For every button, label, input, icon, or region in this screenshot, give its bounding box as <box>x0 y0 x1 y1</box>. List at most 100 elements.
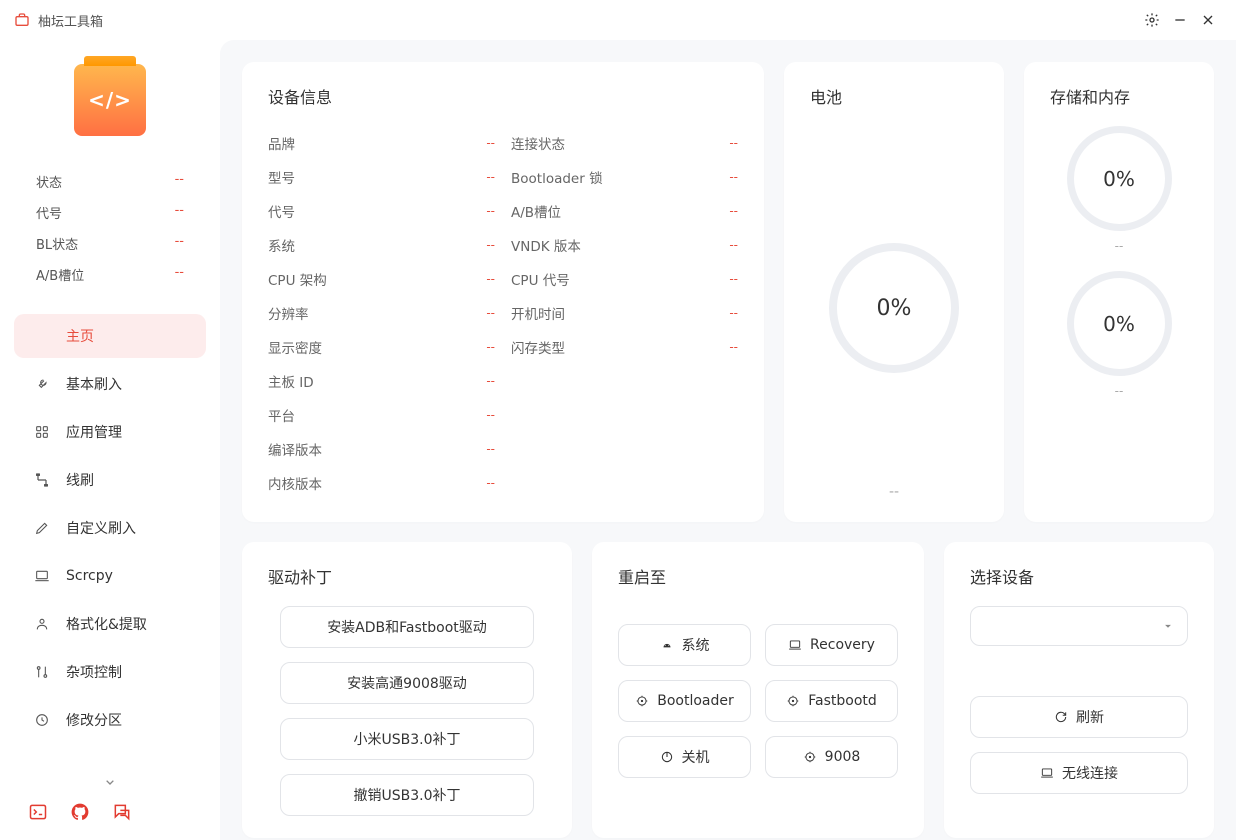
driver-label: 小米USB3.0补丁 <box>353 729 460 749</box>
chat-icon[interactable] <box>112 802 132 822</box>
status-row: A/B槽位 -- <box>36 259 184 290</box>
info-label: CPU 代号 <box>511 269 570 289</box>
info-value: -- <box>486 442 495 456</box>
info-row: 代号 -- <box>268 194 495 228</box>
info-row: 闪存类型-- <box>511 330 738 364</box>
info-value: -- <box>486 204 495 218</box>
info-row: 编译版本 -- <box>268 432 495 466</box>
drivers-title: 驱动补丁 <box>268 564 546 588</box>
info-label: 平台 <box>268 405 295 425</box>
nav-item-laptop[interactable]: Scrcpy <box>14 554 206 598</box>
nav-label: 自定义刷入 <box>66 518 136 538</box>
info-label: 代号 <box>268 201 295 221</box>
main-content: 设备信息 品牌--型号--代号--系统--CPU 架构--分辨率--显示密度--… <box>220 40 1236 840</box>
info-row: 型号-- <box>268 160 495 194</box>
info-label: CPU 架构 <box>268 269 327 289</box>
target-icon <box>786 694 800 708</box>
nav-expand[interactable] <box>0 750 220 790</box>
reboot-button-bootloader[interactable]: Bootloader <box>618 680 751 722</box>
power-icon <box>660 750 674 764</box>
reboot-button-fastbootd[interactable]: Fastbootd <box>765 680 898 722</box>
person-icon <box>32 616 52 632</box>
nav-item-cable[interactable]: 线刷 <box>14 458 206 502</box>
settings-icon[interactable] <box>1138 6 1166 34</box>
info-label: 品牌 <box>268 133 295 153</box>
nav-item-wrench[interactable]: 基本刷入 <box>14 362 206 406</box>
wireless-button[interactable]: 无线连接 <box>970 752 1188 794</box>
logo: </> <box>0 64 220 136</box>
reboot-label: Recovery <box>810 637 875 653</box>
info-row: Bootloader 锁-- <box>511 160 738 194</box>
driver-button[interactable]: 撤销USB3.0补丁 <box>280 774 534 816</box>
driver-button[interactable]: 安装ADB和Fastboot驱动 <box>280 606 534 648</box>
info-value: -- <box>729 272 738 286</box>
device-select-dropdown[interactable] <box>970 606 1188 646</box>
device-select-card: 选择设备 刷新 无线连接 <box>944 542 1214 838</box>
info-value: -- <box>729 204 738 218</box>
info-row: 连接状态 -- <box>511 126 738 160</box>
ram-percent: 0% <box>1103 167 1135 191</box>
info-label: 编译版本 <box>268 439 322 459</box>
grid-icon <box>32 424 52 440</box>
info-label: 显示密度 <box>268 337 322 357</box>
reboot-title: 重启至 <box>618 564 898 588</box>
github-icon[interactable] <box>70 802 90 822</box>
terminal-icon[interactable] <box>28 802 48 822</box>
refresh-button[interactable]: 刷新 <box>970 696 1188 738</box>
nav-item-clock[interactable]: 修改分区 <box>14 698 206 742</box>
status-value: -- <box>175 265 184 284</box>
reboot-button-9008[interactable]: 9008 <box>765 736 898 778</box>
nav-item-person[interactable]: 格式化&提取 <box>14 602 206 646</box>
info-label: 连接状态 <box>511 133 565 153</box>
clock-icon <box>32 712 52 728</box>
info-label: VNDK 版本 <box>511 235 581 255</box>
device-select-title: 选择设备 <box>970 564 1188 588</box>
nav-item-grid[interactable]: 应用管理 <box>14 410 206 454</box>
nav-item-sliders[interactable]: 杂项控制 <box>14 650 206 694</box>
status-label: A/B槽位 <box>36 265 84 284</box>
wrench-icon <box>32 376 52 392</box>
wireless-label: 无线连接 <box>1062 763 1118 783</box>
target-icon <box>803 750 817 764</box>
info-row: 开机时间-- <box>511 296 738 330</box>
device-info-card: 设备信息 品牌--型号--代号--系统--CPU 架构--分辨率--显示密度--… <box>242 62 764 522</box>
driver-label: 撤销USB3.0补丁 <box>353 785 460 805</box>
laptop-icon <box>32 568 52 584</box>
reboot-button-关机[interactable]: 关机 <box>618 736 751 778</box>
status-block: 状态--代号--BL状态--A/B槽位-- <box>0 166 220 290</box>
driver-button[interactable]: 安装高通9008驱动 <box>280 662 534 704</box>
info-value: -- <box>729 136 738 150</box>
close-button[interactable] <box>1194 6 1222 34</box>
nav-item-edit[interactable]: 自定义刷入 <box>14 506 206 550</box>
info-label: 开机时间 <box>511 303 565 323</box>
info-value: -- <box>486 306 495 320</box>
info-value: -- <box>486 408 495 422</box>
driver-button[interactable]: 小米USB3.0补丁 <box>280 718 534 760</box>
minimize-button[interactable] <box>1166 6 1194 34</box>
driver-label: 安装ADB和Fastboot驱动 <box>327 617 487 637</box>
info-label: 内核版本 <box>268 473 322 493</box>
reboot-card: 重启至 系统 Recovery Bootloader Fastbootd 关机 9008 <box>592 542 924 838</box>
nav: 主页基本刷入应用管理线刷自定义刷入 Scrcpy格式化&提取杂项控制修改分区 <box>0 314 220 790</box>
nav-label: 线刷 <box>66 470 94 490</box>
info-row: A/B槽位-- <box>511 194 738 228</box>
status-row: BL状态 -- <box>36 228 184 259</box>
bottom-icons <box>0 790 220 828</box>
status-row: 代号-- <box>36 197 184 228</box>
info-row: VNDK 版本-- <box>511 228 738 262</box>
reboot-button-系统[interactable]: 系统 <box>618 624 751 666</box>
status-label: BL状态 <box>36 234 78 253</box>
battery-sub: -- <box>810 484 978 500</box>
info-value: -- <box>486 136 495 150</box>
nav-item-home[interactable]: 主页 <box>14 314 206 358</box>
sidebar: </> 状态--代号--BL状态--A/B槽位-- 主页基本刷入应用管理线刷自定… <box>0 40 220 840</box>
android-icon <box>660 638 674 652</box>
reboot-button-recovery[interactable]: Recovery <box>765 624 898 666</box>
info-row: 显示密度-- <box>268 330 495 364</box>
nav-label: 基本刷入 <box>66 374 122 394</box>
rom-sub: -- <box>1115 384 1124 398</box>
info-label: Bootloader 锁 <box>511 167 603 187</box>
status-label: 代号 <box>36 203 62 222</box>
status-value: -- <box>175 234 184 253</box>
reboot-label: 系统 <box>682 635 710 655</box>
